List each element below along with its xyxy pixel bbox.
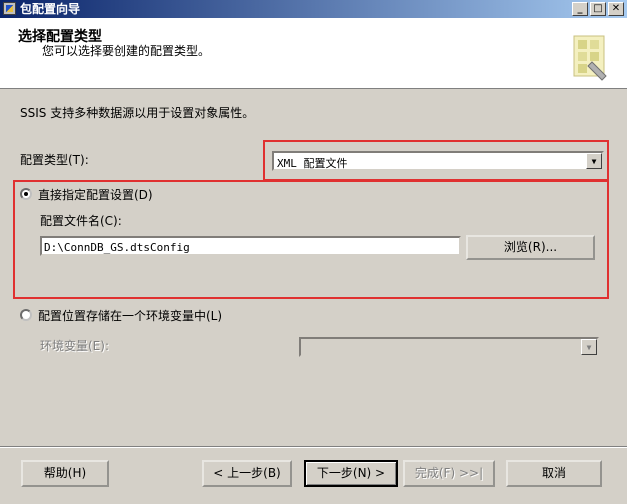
env-var-option-label[interactable]: 配置位置存储在一个环境变量中(L) (38, 307, 222, 324)
package-wizard-icon (3, 2, 16, 15)
chevron-down-icon[interactable]: ▼ (581, 339, 597, 355)
env-var-label: 环境变量(E): (40, 339, 109, 353)
page-subtitle: 您可以选择要创建的配置类型。 (42, 44, 211, 58)
title-bar[interactable]: 包配置向导 _ □ ✕ (0, 0, 627, 18)
env-var-dropdown[interactable]: ▼ (299, 337, 599, 357)
cancel-button[interactable]: 取消 (506, 460, 602, 487)
browse-button[interactable]: 浏览(R)... (466, 235, 595, 260)
config-file-input[interactable]: D:\ConnDB_GS.dtsConfig (40, 236, 461, 256)
finish-button[interactable]: 完成(F) >>| (403, 460, 495, 487)
help-button[interactable]: 帮助(H) (21, 460, 109, 487)
back-button[interactable]: < 上一步(B) (202, 460, 292, 487)
config-type-label: 配置类型(T): (20, 153, 89, 167)
direct-config-radio[interactable] (20, 188, 32, 200)
wizard-graphic-icon (573, 35, 607, 81)
footer-separator (0, 446, 627, 448)
intro-text: SSIS 支持多种数据源以用于设置对象属性。 (20, 106, 255, 120)
config-file-value: D:\ConnDB_GS.dtsConfig (44, 241, 190, 254)
highlight-box-config-type (263, 140, 609, 181)
window-title: 包配置向导 (20, 2, 81, 16)
config-file-label: 配置文件名(C): (40, 214, 122, 228)
direct-config-label[interactable]: 直接指定配置设置(D) (38, 186, 153, 203)
maximize-button[interactable]: □ (590, 2, 606, 16)
minimize-button[interactable]: _ (572, 2, 588, 16)
close-button[interactable]: ✕ (608, 2, 624, 16)
wizard-header: 选择配置类型 您可以选择要创建的配置类型。 (0, 18, 627, 89)
env-var-radio[interactable] (20, 309, 32, 321)
radio-selected-dot (24, 192, 28, 196)
next-button[interactable]: 下一步(N) > (304, 460, 398, 487)
